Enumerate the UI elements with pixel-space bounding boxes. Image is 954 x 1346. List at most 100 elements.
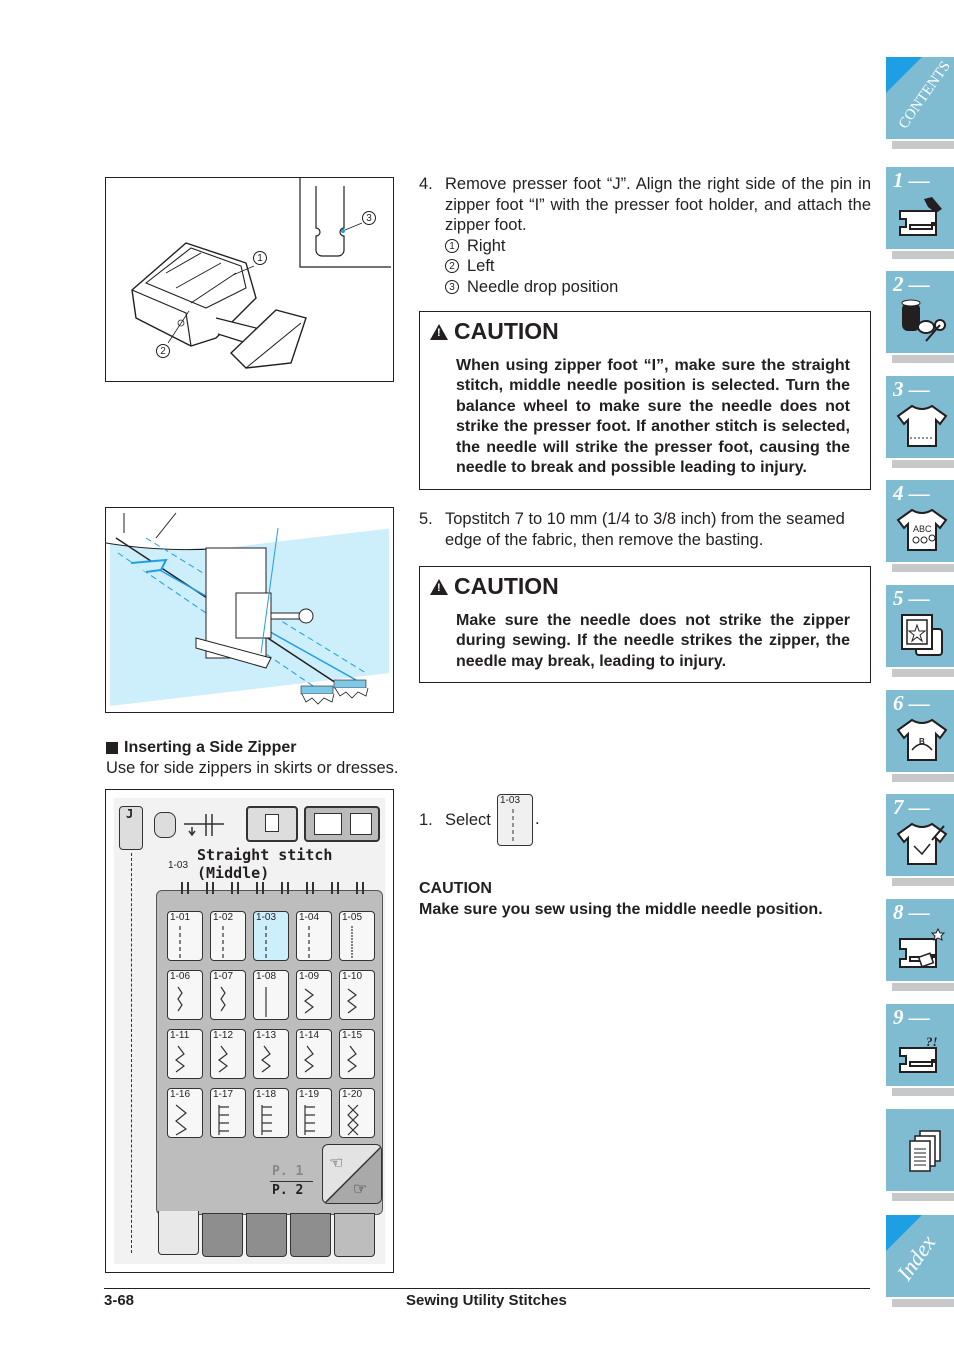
stitch-key[interactable]: 1-14	[296, 1029, 332, 1079]
corner-accent	[886, 57, 922, 93]
stitch-pattern-icon	[179, 926, 181, 958]
step-text: Topstitch 7 to 10 mm (1/4 to 3/8 inch) f…	[445, 510, 845, 549]
lcd-screen-figure: J 1-03 Straight stitch (Middle) 1-01 1-02…	[105, 789, 394, 1273]
machine-cleaning-icon	[899, 927, 946, 968]
callout-2: 2	[156, 344, 170, 358]
stitch-key[interactable]: 1-08	[253, 970, 289, 1020]
stitch-key[interactable]: 1-13	[253, 1029, 289, 1079]
tab-decorative-satin[interactable]	[202, 1213, 243, 1257]
stitch-key[interactable]: 1-20	[339, 1088, 375, 1138]
hand-pointer-right-icon: ☞	[353, 1181, 368, 1198]
stitch-key[interactable]: 1-05	[339, 911, 375, 961]
legend-item: 3 Needle drop position	[445, 277, 871, 298]
stitch-key[interactable]: 1-17	[210, 1088, 246, 1138]
page-number: 3-68	[104, 1292, 135, 1309]
sidebar-tab-7[interactable]: 7 —	[886, 794, 954, 886]
stitch-key[interactable]: 1-19	[296, 1088, 332, 1138]
sidebar-tab-5[interactable]: 5 —	[886, 585, 954, 677]
sidebar-tab-documents[interactable]	[886, 1109, 954, 1201]
tab-utility-stitches[interactable]	[158, 1211, 199, 1255]
stitch-key[interactable]: 1-15	[339, 1029, 375, 1079]
section-subtitle: Use for side zippers in skirts or dresse…	[106, 759, 399, 777]
tab-cross-stitch[interactable]	[246, 1213, 287, 1257]
tab-direction-stitches[interactable]	[334, 1213, 375, 1257]
tab-buttonhole[interactable]	[290, 1213, 331, 1257]
stitch-key[interactable]: 1-06	[167, 970, 203, 1020]
sidebar-tab-4[interactable]: 4 — ABC	[886, 480, 954, 572]
needle-position-marker	[181, 882, 189, 894]
stitch-key[interactable]: 1-18	[253, 1088, 289, 1138]
hand-pointer-left-icon: ☜	[329, 1155, 344, 1172]
sidebar-tab-8[interactable]: 8 —	[886, 899, 954, 991]
stitch-key[interactable]: 1-10	[339, 970, 375, 1020]
stitch-pattern-icon	[220, 986, 226, 1012]
step-legend: 1 Right 2 Left 3 Needle drop position	[445, 236, 871, 298]
sidebar-tab-3[interactable]: 3 —	[886, 376, 954, 468]
caution-heading: CAUTION	[430, 318, 559, 345]
stitch-key[interactable]: 1-16	[167, 1088, 203, 1138]
select-stitch-key-1-03[interactable]: 1-03	[497, 794, 533, 846]
tshirt-abc-icon: ABC	[896, 508, 948, 551]
legend-item: 1 Right	[445, 236, 871, 257]
needle-position-marker	[356, 882, 364, 894]
svg-text:ABC: ABC	[913, 524, 932, 534]
presser-foot-indicator: J	[119, 806, 143, 850]
svg-text:?!: ?!	[926, 1034, 938, 1049]
needle-position-icon	[184, 812, 224, 838]
lock-button[interactable]	[246, 806, 298, 842]
caution-text: Make sure you sew using the middle needl…	[419, 900, 823, 918]
stitch-pattern-icon	[351, 926, 353, 958]
step-number: 1.	[419, 811, 433, 829]
lock-open-icon	[265, 814, 279, 832]
stitch-pattern-icon	[222, 926, 224, 958]
needle-position-marker	[306, 882, 314, 894]
stitch-key[interactable]: 1-09	[296, 970, 332, 1020]
stitch-key[interactable]: 1-12	[210, 1029, 246, 1079]
stitch-key[interactable]: 1-04	[296, 911, 332, 961]
step-number: 5.	[419, 510, 433, 528]
topstitch-illustration	[105, 507, 394, 713]
step-number: 4.	[419, 175, 433, 193]
stitch-pattern-icon	[175, 1104, 188, 1136]
sidebar-tab-6[interactable]: 6 — B	[886, 690, 954, 782]
stitch-pattern-icon	[347, 1045, 357, 1073]
stitch-pattern-icon	[304, 988, 314, 1014]
topstitch-drawing	[106, 508, 393, 706]
stitch-selection-panel: 1-01 1-02 1-03 1-04 1-05 1-06 1-07 1-08 1-09 1-10…	[156, 882, 383, 1215]
stitch-pattern-icon	[265, 926, 267, 958]
clothing-category-button[interactable]	[304, 806, 380, 842]
sidebar-tab-2[interactable]: 2 —	[886, 271, 954, 363]
sidebar-tab-index[interactable]: Index	[886, 1215, 954, 1307]
stitch-pattern-icon	[347, 988, 357, 1014]
sidebar-tab-9[interactable]: 9 — ?!	[886, 1004, 954, 1096]
stitch-name-line1: Straight stitch	[197, 846, 333, 864]
needle-position-marker	[231, 882, 239, 894]
stitch-pattern-icon	[177, 986, 183, 1012]
stitch-pattern-icon	[304, 1045, 314, 1073]
stitch-key[interactable]: 1-11	[167, 1029, 203, 1079]
page-turn-button[interactable]: ☜ ☞	[322, 1144, 382, 1204]
step-1: 1. Select	[419, 810, 871, 831]
stitch-pattern-icon	[265, 987, 267, 1017]
warning-icon	[430, 323, 448, 340]
stitch-key[interactable]: 1-03	[253, 911, 289, 961]
sewing-machine-hand-icon	[899, 197, 942, 236]
page-divider	[270, 1181, 313, 1182]
embroidery-frame-icon	[901, 614, 943, 656]
stitch-key[interactable]: 1-02	[210, 911, 246, 961]
stitch-key[interactable]: 1-07	[210, 970, 246, 1020]
sidebar-tab-contents[interactable]: CONTENTS	[886, 57, 954, 149]
chapter-title: Sewing Utility Stitches	[406, 1292, 567, 1309]
sidebar-tab-1[interactable]: 1 —	[886, 167, 954, 259]
zipper-foot-illustration: 1 2 3	[105, 177, 394, 382]
needle-position-marker	[281, 882, 289, 894]
stitch-key[interactable]: 1-01	[167, 911, 203, 961]
caution-box-2: CAUTION Make sure the needle does not st…	[419, 566, 871, 683]
stitch-pattern-icon	[261, 1105, 272, 1135]
step-4: 4. Remove presser foot “J”. Align the ri…	[419, 174, 871, 297]
page-total: P. 2	[272, 1183, 304, 1198]
bobbin-icon	[154, 812, 176, 838]
callout-1: 1	[253, 251, 267, 265]
shirt-icon	[314, 813, 342, 835]
tshirt-edit-icon: B	[896, 718, 948, 761]
